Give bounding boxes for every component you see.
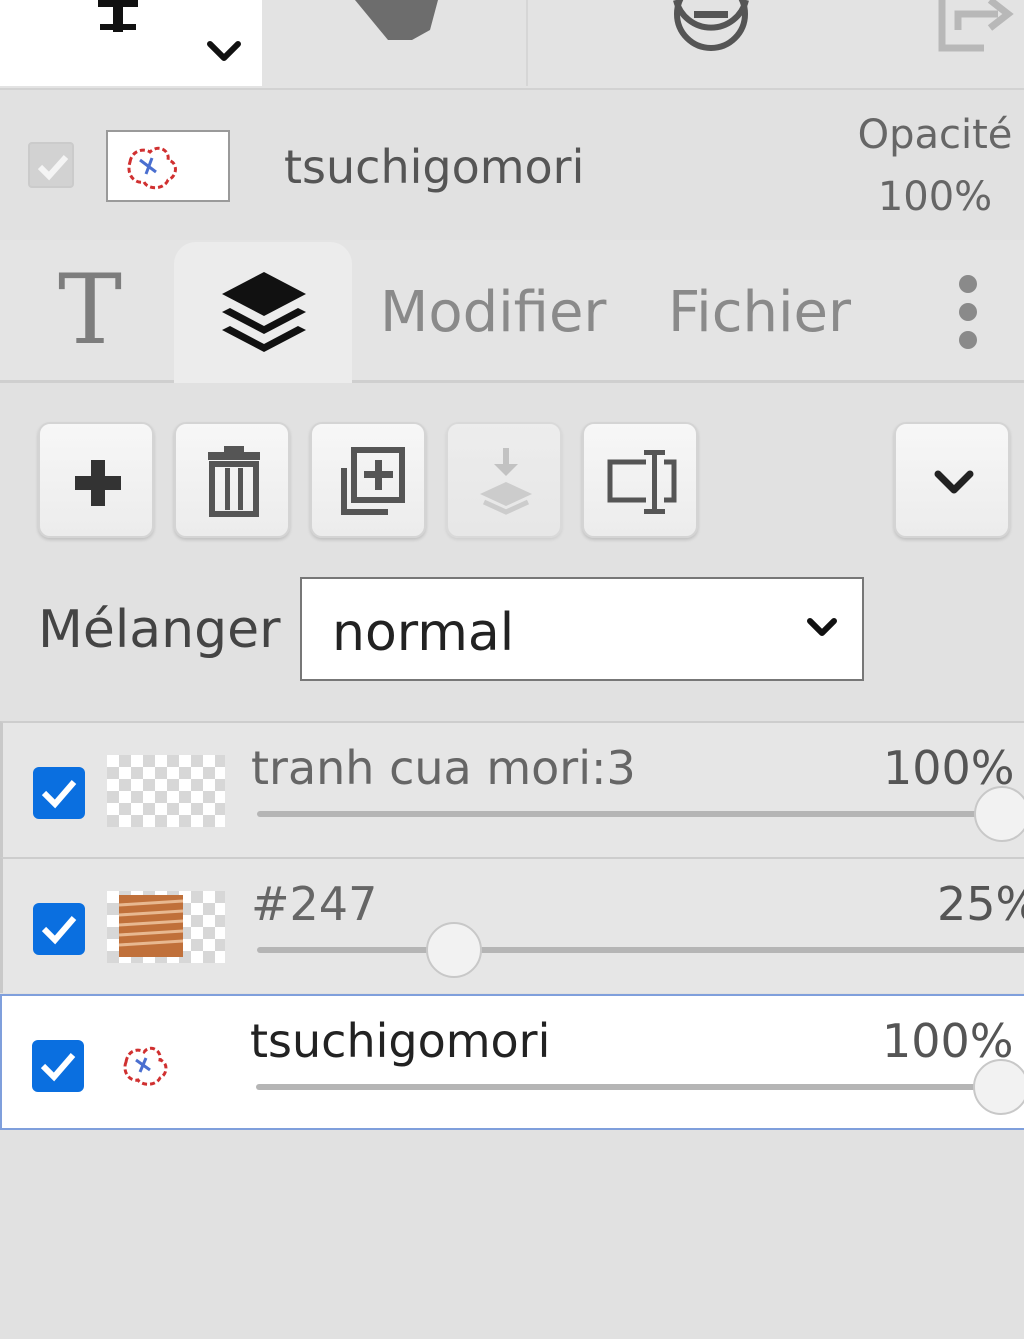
blend-mode-select[interactable]: normal [300, 577, 864, 681]
checkmark-icon [40, 1053, 76, 1082]
layer-row[interactable]: tranh cua mori:3 100% [0, 721, 1024, 857]
text-field-icon [607, 450, 677, 514]
layer-row[interactable]: #247 25% [0, 857, 1024, 993]
tab-text[interactable]: T [50, 262, 140, 362]
layer-opacity-value: 25% [937, 877, 1024, 931]
more-options-icon[interactable] [950, 272, 986, 356]
tab-layers[interactable] [174, 242, 352, 383]
layer-visibility-checkbox[interactable] [33, 903, 85, 955]
opacity-value[interactable]: 100% [850, 174, 1020, 220]
checkmark-icon [37, 154, 69, 181]
rename-layer-button[interactable] [582, 422, 698, 538]
layer-opacity-slider[interactable] [257, 786, 1024, 842]
layer-visibility-checkbox[interactable] [33, 767, 85, 819]
layer-thumbnail [107, 891, 225, 963]
current-layer-name: tsuchigomori [284, 140, 585, 194]
opacity-label: Opacité [857, 112, 1013, 158]
zoom-out-icon[interactable] [668, 0, 754, 60]
layer-thumbnail-image [118, 895, 184, 957]
export-icon[interactable] [928, 0, 1024, 60]
tab-fichier[interactable]: Fichier [668, 280, 851, 345]
merge-down-button[interactable] [446, 422, 562, 538]
chevron-down-icon [807, 618, 837, 636]
blend-mode-value: normal [332, 603, 515, 663]
layer-name: tranh cua mori:3 [251, 741, 636, 795]
layer-opacity-slider[interactable] [257, 922, 1024, 978]
layer-thumbnail [123, 1046, 168, 1086]
layer-thumbnail-image [127, 146, 177, 190]
layer-name: #247 [251, 877, 378, 931]
checkmark-icon [41, 916, 77, 945]
shape-tool-icon[interactable] [350, 0, 450, 40]
trash-icon [208, 446, 260, 517]
current-layer-thumbnail [106, 130, 230, 202]
blend-mode-label: Mélanger [38, 600, 281, 660]
layer-opacity-slider[interactable] [256, 1059, 1024, 1115]
duplicate-layer-button[interactable] [310, 422, 426, 538]
chevron-down-icon [934, 470, 974, 494]
checkmark-icon [41, 780, 77, 809]
text-tool-button[interactable] [0, 0, 262, 86]
slider-handle[interactable] [425, 922, 482, 978]
add-layer-button[interactable] [38, 422, 154, 538]
top-toolbar [0, 0, 1024, 90]
current-layer-visibility-checkbox [28, 142, 74, 188]
merge-down-icon [480, 448, 532, 515]
layer-row-selected[interactable]: tsuchigomori 100% [0, 994, 1024, 1130]
layers-icon [222, 272, 306, 352]
chevron-down-icon[interactable] [204, 36, 244, 66]
more-actions-button[interactable] [894, 422, 1010, 538]
slider-handle[interactable] [973, 1059, 1024, 1115]
layer-name: tsuchigomori [250, 1014, 551, 1068]
text-tab-icon: T [58, 254, 123, 366]
slider-handle[interactable] [974, 786, 1024, 842]
plus-icon [75, 460, 121, 506]
duplicate-icon [341, 447, 405, 515]
tab-modifier[interactable]: Modifier [380, 280, 606, 345]
delete-layer-button[interactable] [174, 422, 290, 538]
layer-thumbnail [107, 755, 225, 827]
layer-visibility-checkbox[interactable] [32, 1040, 84, 1092]
toolbar-divider [526, 0, 528, 86]
